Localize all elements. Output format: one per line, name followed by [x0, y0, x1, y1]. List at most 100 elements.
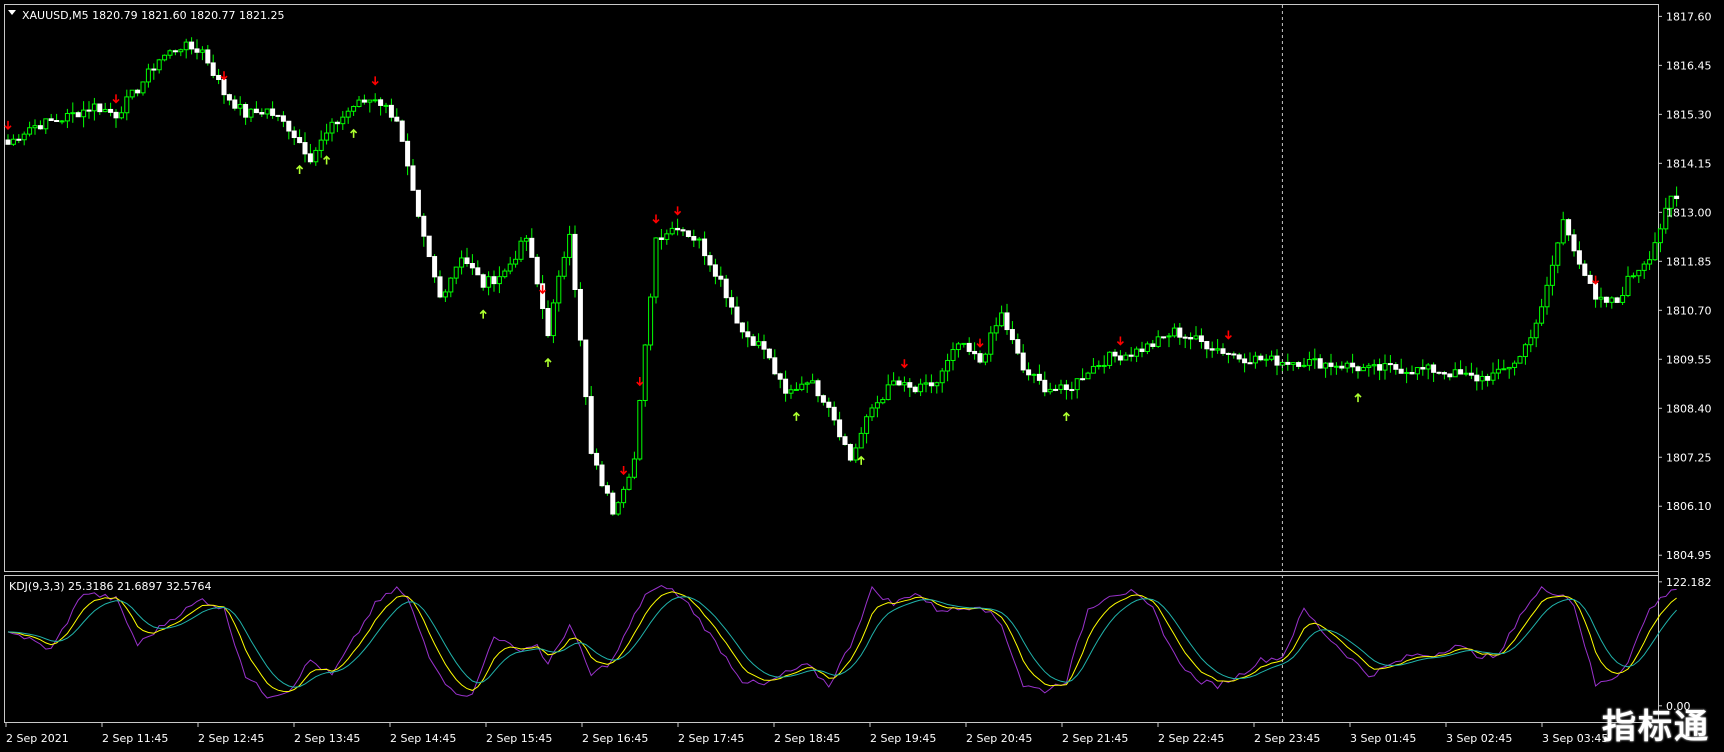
bear-candle	[1441, 372, 1447, 375]
bull-candle	[1333, 365, 1339, 368]
bull-candle	[793, 388, 799, 391]
bull-candle	[999, 312, 1005, 327]
bear-candle	[1036, 373, 1042, 381]
bear-candle	[291, 130, 297, 139]
bear-candle	[1069, 389, 1075, 392]
bull-candle	[183, 41, 189, 51]
bull-candle	[27, 127, 33, 135]
bear-candle	[307, 153, 313, 163]
bull-candle	[118, 112, 124, 119]
bear-candle	[432, 256, 438, 278]
bear-candle	[604, 485, 610, 494]
up-arrow-icon	[1062, 411, 1070, 421]
bear-candle	[151, 68, 157, 71]
bear-candle	[1177, 327, 1183, 338]
bear-candle	[977, 353, 983, 363]
bull-candle	[518, 240, 524, 260]
bull-candle	[507, 263, 513, 272]
bull-candle	[1279, 361, 1285, 366]
bull-candle	[1031, 373, 1037, 376]
bear-candle	[837, 419, 843, 438]
bull-candle	[993, 325, 999, 334]
bear-candle	[1274, 355, 1280, 366]
bull-candle	[637, 399, 643, 460]
bear-candle	[1236, 354, 1242, 360]
time-tick-label: 2 Sep 11:45	[102, 732, 168, 745]
bear-candle	[772, 357, 778, 375]
bear-candle	[464, 257, 470, 265]
bull-candle	[70, 112, 76, 115]
bear-candle	[259, 112, 265, 115]
bear-candle	[1474, 374, 1480, 382]
bear-candle	[469, 263, 475, 269]
bear-candle	[723, 278, 729, 299]
price-tick-label: 1809.55	[1666, 353, 1712, 366]
bear-candle	[680, 229, 686, 232]
bear-candle	[275, 114, 281, 117]
bear-candle	[831, 406, 837, 421]
bear-candle	[783, 378, 789, 394]
bull-candle	[351, 105, 357, 112]
bear-candle	[842, 436, 848, 445]
bear-candle	[334, 121, 340, 125]
bull-candle	[21, 133, 27, 141]
bull-candle	[10, 138, 16, 145]
price-tick-label: 1808.40	[1666, 402, 1712, 415]
bull-candle	[885, 384, 891, 401]
bull-candle	[318, 139, 324, 151]
bull-candle	[1517, 356, 1523, 364]
down-arrow-icon	[900, 359, 908, 369]
bear-candle	[194, 48, 200, 53]
bear-candle	[135, 89, 141, 94]
bear-candle	[210, 62, 216, 76]
time-tick-label: 2 Sep 22:45	[1158, 732, 1224, 745]
bull-candle	[145, 68, 151, 83]
bull-candle	[1636, 269, 1642, 277]
bear-candle	[37, 125, 43, 130]
bear-candle	[1209, 348, 1215, 351]
bull-candle	[1425, 364, 1431, 370]
bull-candle	[1490, 372, 1496, 381]
bull-candle	[1155, 336, 1161, 347]
bull-candle	[1193, 335, 1199, 340]
bull-candle	[1641, 263, 1647, 271]
bull-candle	[383, 104, 389, 107]
price-tick-label: 1807.25	[1666, 451, 1712, 464]
up-arrow-icon	[1354, 392, 1362, 403]
kdj-k-line	[7, 585, 1677, 699]
bear-candle	[588, 396, 594, 454]
bear-candle	[826, 401, 832, 408]
down-arrow-icon	[371, 76, 379, 86]
bear-candle	[1042, 379, 1048, 393]
bull-candle	[486, 276, 492, 288]
bull-candle	[799, 383, 805, 390]
bull-candle	[1085, 372, 1091, 380]
bear-candle	[405, 140, 411, 167]
bear-candle	[1063, 384, 1069, 391]
bear-candle	[1398, 368, 1404, 374]
price-pane-frame	[4, 4, 1659, 572]
bull-candle	[81, 109, 87, 118]
bull-candle	[1609, 297, 1615, 303]
triangle-down-icon[interactable]	[8, 10, 16, 15]
bear-candle	[1258, 355, 1264, 361]
bull-candle	[1620, 295, 1626, 303]
bull-candle	[1306, 359, 1312, 366]
bear-candle	[966, 342, 972, 352]
bull-candle	[1269, 355, 1275, 360]
bull-candle	[1047, 388, 1053, 393]
bear-candle	[847, 443, 853, 461]
bear-candle	[1458, 369, 1464, 375]
bear-candle	[1112, 351, 1118, 357]
bear-candle	[820, 395, 826, 403]
bull-candle	[1555, 242, 1561, 266]
chart-canvas[interactable]: 1817.60 1816.45 1815.30 1814.15 1813.00 1811.…	[0, 0, 1724, 752]
down-arrow-icon	[220, 71, 228, 81]
bear-candle	[1603, 296, 1609, 303]
bear-candle	[1593, 282, 1599, 300]
bull-candle	[988, 332, 994, 355]
bear-candle	[1447, 373, 1453, 378]
bear-candle	[75, 112, 81, 118]
bear-candle	[583, 339, 589, 398]
bear-candle	[685, 230, 691, 237]
